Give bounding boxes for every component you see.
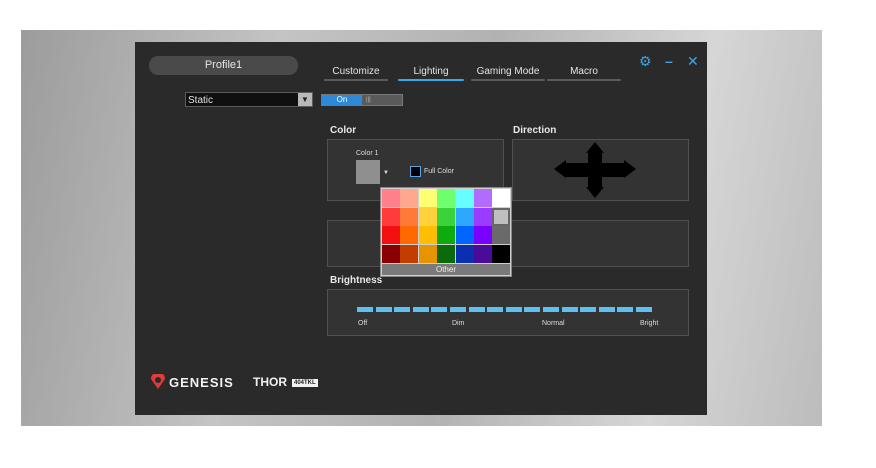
tab-underline (547, 79, 621, 81)
color1-label: Color 1 (356, 150, 379, 157)
palette-swatch[interactable] (492, 226, 511, 245)
color1-swatch[interactable] (356, 160, 380, 184)
genesis-logo-icon (151, 374, 165, 389)
brightness-segment[interactable] (468, 307, 485, 312)
brightness-segment[interactable] (543, 307, 559, 312)
brightness-segment[interactable] (580, 307, 597, 312)
palette-swatch[interactable] (474, 244, 492, 263)
palette-swatch[interactable] (455, 244, 474, 263)
full-color-checkbox[interactable] (410, 166, 421, 177)
palette-swatch[interactable] (437, 207, 456, 226)
model-badge: 404TKL (292, 379, 318, 387)
palette-swatch[interactable] (474, 189, 492, 207)
palette-swatch[interactable] (400, 207, 419, 226)
brightness-segment[interactable] (524, 307, 541, 312)
brightness-segment[interactable] (487, 307, 504, 312)
palette-swatch[interactable] (400, 226, 419, 245)
direction-section-title: Direction (513, 125, 557, 136)
palette-swatch[interactable] (474, 207, 492, 226)
tab-underline (324, 79, 388, 81)
brightness-segment[interactable] (412, 307, 429, 312)
brightness-section-title: Brightness (330, 275, 383, 286)
palette-swatch[interactable] (437, 189, 456, 207)
palette-swatch[interactable] (474, 226, 492, 245)
toggle-grip-icon: ||| (366, 97, 371, 103)
tab-macro[interactable]: Macro (547, 66, 621, 81)
brightness-segment[interactable] (431, 307, 448, 312)
palette-swatch[interactable] (418, 244, 437, 263)
brightness-label-dim: Dim (452, 320, 465, 327)
brightness-label-normal: Normal (542, 320, 565, 327)
palette-swatch[interactable] (492, 189, 511, 207)
color-section-title: Color (330, 125, 357, 136)
brightness-panel (327, 289, 689, 336)
brightness-segment[interactable] (450, 307, 466, 312)
gear-icon[interactable]: ⚙ (639, 54, 652, 68)
close-icon[interactable]: ✕ (687, 54, 699, 68)
palette-swatch[interactable] (455, 226, 474, 245)
tab-underline (398, 79, 464, 81)
effect-select[interactable]: Static ▼ (185, 92, 313, 107)
tab-label: Customize (332, 66, 380, 77)
effect-select-value: Static (188, 95, 214, 106)
palette-swatch[interactable] (400, 189, 419, 207)
palette-swatch[interactable] (492, 244, 511, 263)
arrow-right-icon[interactable] (624, 160, 636, 178)
model-name: THOR (253, 375, 287, 389)
tab-label: Lighting (413, 66, 449, 77)
palette-swatch[interactable] (492, 207, 511, 226)
other-color-button[interactable]: Other (382, 264, 510, 275)
brightness-label-bright: Bright (640, 320, 659, 327)
tab-customize[interactable]: Customize (324, 66, 388, 81)
minimize-icon[interactable]: – (665, 54, 673, 68)
palette-swatch[interactable] (382, 189, 400, 207)
caret-down-icon[interactable]: ▼ (383, 170, 389, 176)
palette-swatch[interactable] (382, 226, 400, 245)
brightness-label-off: Off (358, 320, 368, 327)
brightness-segment[interactable] (561, 307, 578, 312)
toggle-on-label: On (322, 95, 362, 105)
palette-swatch[interactable] (437, 226, 456, 245)
palette-swatch[interactable] (418, 226, 437, 245)
direction-pad (551, 142, 639, 198)
full-color-label: Full Color (424, 168, 454, 175)
palette-swatch[interactable] (455, 189, 474, 207)
brightness-segment[interactable] (375, 307, 392, 312)
arrow-down-icon[interactable] (586, 187, 604, 198)
brightness-segment[interactable] (357, 307, 373, 312)
palette-swatch[interactable] (382, 244, 400, 263)
brightness-segment[interactable] (598, 307, 615, 312)
brand-logo-text: GENESIS (169, 375, 234, 390)
tab-label: Macro (570, 66, 598, 77)
dpad-horizontal-bar (565, 163, 625, 177)
palette-swatch[interactable] (455, 207, 474, 226)
tab-gaming-mode[interactable]: Gaming Mode (471, 66, 545, 81)
brightness-segment[interactable] (636, 307, 652, 312)
brightness-segment[interactable] (394, 307, 411, 312)
app-window: Profile1 Customize Lighting Gaming Mode … (135, 42, 707, 415)
profile-selector[interactable]: Profile1 (149, 56, 298, 75)
chevron-down-icon[interactable]: ▼ (298, 93, 312, 106)
palette-swatch[interactable] (437, 244, 456, 263)
lighting-toggle[interactable]: On ||| (321, 94, 403, 106)
tab-lighting[interactable]: Lighting (398, 66, 464, 81)
brightness-segment[interactable] (505, 307, 522, 312)
tab-label: Gaming Mode (476, 66, 540, 77)
palette-swatch[interactable] (400, 244, 419, 263)
palette-swatch[interactable] (418, 189, 437, 207)
palette-swatch[interactable] (418, 207, 437, 226)
brightness-segment[interactable] (617, 307, 634, 312)
color-palette-popup: Other (380, 187, 512, 277)
tab-underline (471, 79, 545, 81)
palette-swatch[interactable] (382, 207, 400, 226)
